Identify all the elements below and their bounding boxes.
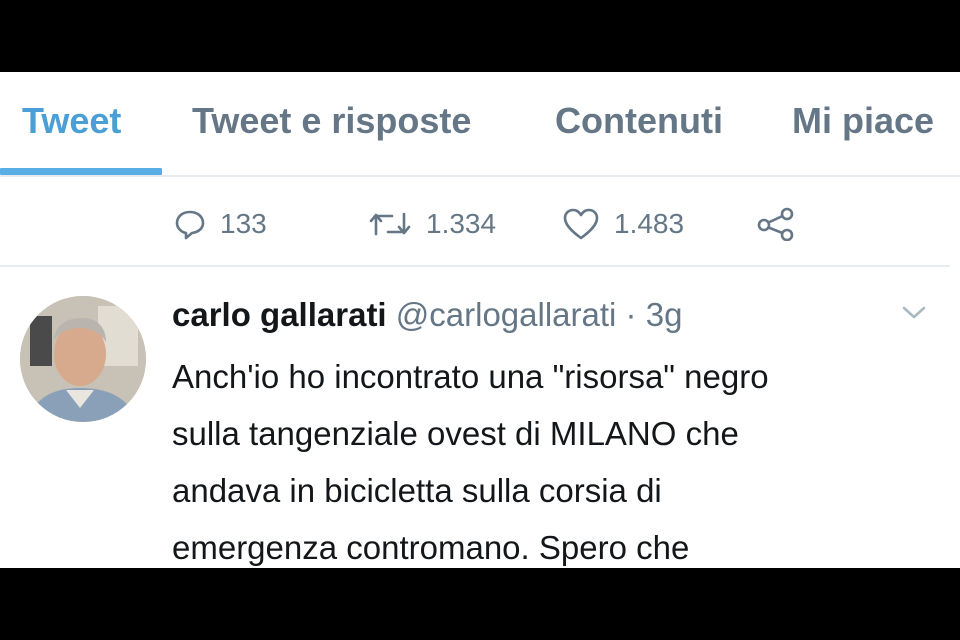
tweet-text-line: emergenza contromano. Spero che — [172, 529, 690, 566]
active-tab-indicator — [0, 168, 162, 175]
reply-icon — [174, 208, 206, 240]
tweet-text-line: sulla tangenziale ovest di MILANO che — [172, 415, 739, 452]
avatar[interactable] — [20, 296, 146, 422]
timestamp[interactable]: 3g — [646, 296, 683, 333]
tab-tweet[interactable]: Tweet — [22, 100, 121, 142]
tab-tweet-e-risposte[interactable]: Tweet e risposte — [192, 100, 471, 142]
like-count: 1.483 — [614, 208, 685, 239]
heart-icon — [562, 207, 600, 241]
user-name[interactable]: carlo gallarati — [172, 296, 387, 333]
share-icon — [756, 207, 796, 241]
tweet-screen: Tweet Tweet e risposte Contenuti Mi piac… — [0, 72, 960, 568]
retweet-button[interactable]: 1.334 — [368, 204, 496, 244]
retweet-count: 1.334 — [426, 208, 497, 239]
tab-contenuti[interactable]: Contenuti — [555, 100, 723, 142]
tabs-divider — [0, 175, 960, 177]
reply-header: carlo gallarati @carlogallarati · 3g — [172, 296, 682, 334]
separator-dot: · — [625, 296, 637, 333]
tweet-menu-button[interactable] — [898, 302, 930, 327]
share-button[interactable] — [756, 204, 796, 244]
reply-button[interactable]: 133 — [174, 204, 267, 244]
user-handle[interactable]: @carlogallarati — [396, 296, 617, 333]
tweet-text: Anch'io ho incontrato una "risorsa" negr… — [172, 348, 932, 568]
chevron-down-icon — [898, 306, 930, 326]
tab-mi-piace[interactable]: Mi piace — [792, 100, 934, 142]
reply-count: 133 — [220, 208, 267, 239]
tweet-text-line: Anch'io ho incontrato una "risorsa" negr… — [172, 358, 769, 395]
tweet-action-bar: 133 1.334 1.483 — [0, 190, 960, 260]
actions-divider — [0, 265, 950, 267]
retweet-icon — [368, 208, 412, 240]
profile-tabs: Tweet Tweet e risposte Contenuti Mi piac… — [0, 72, 960, 178]
reply-tweet[interactable]: carlo gallarati @carlogallarati · 3g Anc… — [0, 268, 960, 568]
like-button[interactable]: 1.483 — [562, 204, 684, 244]
tweet-text-line: andava in bicicletta sulla corsia di — [172, 472, 662, 509]
